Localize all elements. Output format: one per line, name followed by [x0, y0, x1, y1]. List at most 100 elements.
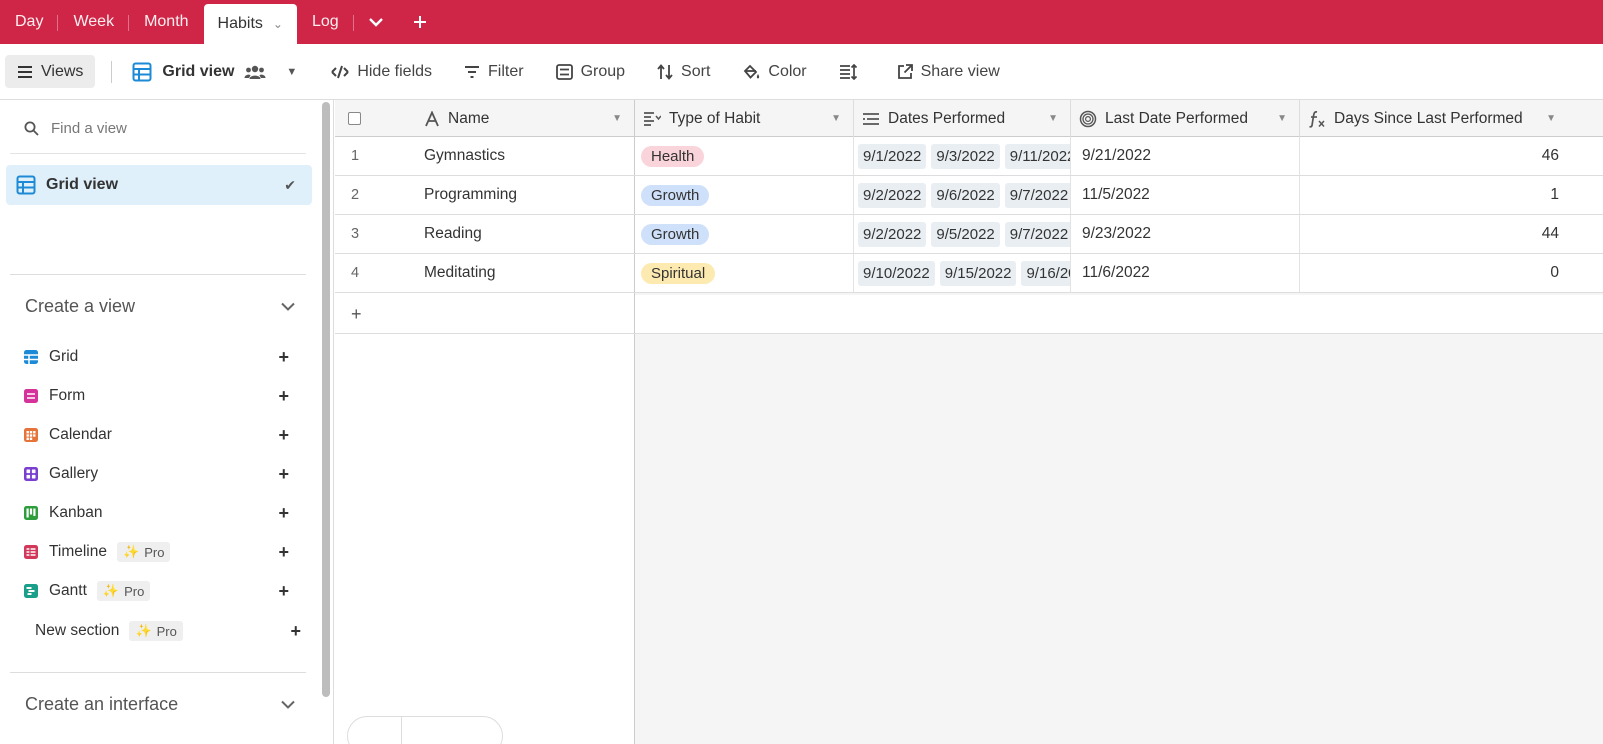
column-header-days-since[interactable]: Days Since Last Performed ▼: [1300, 100, 1568, 137]
date-chip: 9/16/2022: [1021, 260, 1070, 286]
type-cell[interactable]: Spiritual: [635, 254, 854, 292]
chevron-down-icon[interactable]: ⌄: [273, 17, 283, 31]
sidebar-divider: [10, 274, 306, 275]
type-cell[interactable]: Health: [635, 137, 854, 175]
tab-month[interactable]: Month: [129, 0, 203, 44]
date-chip: 9/1/2022: [858, 143, 927, 169]
caret-down-icon[interactable]: ▼: [1048, 113, 1058, 124]
plus-icon[interactable]: +: [278, 503, 289, 524]
create-grid-view[interactable]: Grid +: [23, 342, 295, 372]
add-table-button[interactable]: [398, 0, 442, 44]
bottom-action-pill[interactable]: [347, 716, 503, 744]
create-calendar-view[interactable]: Calendar +: [23, 420, 295, 450]
views-toggle-button[interactable]: Views: [5, 55, 96, 88]
type-pill: Spiritual: [641, 262, 716, 284]
column-header-type[interactable]: Type of Habit ▼: [635, 100, 854, 137]
date-chip: 9/5/2022: [931, 221, 1000, 247]
days-since-cell[interactable]: 46: [1300, 137, 1568, 175]
more-tables-button[interactable]: [354, 0, 398, 44]
row-number[interactable]: 1: [335, 137, 424, 175]
tab-log[interactable]: Log: [297, 0, 354, 44]
days-since-cell[interactable]: 1: [1300, 176, 1568, 214]
tab-day[interactable]: Day: [0, 0, 59, 44]
table-row[interactable]: 1 Gymnastics Health 9/1/2022 9/3/2022 9/…: [335, 137, 1603, 176]
create-timeline-view[interactable]: Timeline ✨ Pro +: [23, 537, 295, 567]
filter-button[interactable]: Filter: [464, 63, 524, 81]
plus-icon: +: [351, 303, 362, 324]
plus-icon[interactable]: +: [278, 386, 289, 407]
rollup-icon: [1079, 110, 1097, 127]
name-cell[interactable]: Reading: [424, 215, 635, 253]
column-header-label: Type of Habit: [669, 109, 761, 127]
dates-cell[interactable]: 9/2/2022 9/6/2022 9/7/2022: [854, 176, 1071, 214]
name-cell[interactable]: Gymnastics: [424, 137, 635, 175]
plus-icon[interactable]: +: [278, 581, 289, 602]
current-view-button[interactable]: Grid view ▼: [132, 62, 297, 82]
caret-down-icon: ▼: [286, 65, 298, 78]
row-height-button[interactable]: [839, 63, 865, 80]
column-header-name[interactable]: Name ▼: [424, 100, 635, 137]
row-number[interactable]: 3: [335, 215, 424, 253]
dates-cell[interactable]: 9/2/2022 9/5/2022 9/7/2022: [854, 215, 1071, 253]
days-since-cell[interactable]: 44: [1300, 215, 1568, 253]
caret-down-icon[interactable]: ▼: [1277, 113, 1287, 124]
group-button[interactable]: Group: [555, 63, 625, 81]
select-all-cell[interactable]: [335, 100, 424, 137]
name-cell[interactable]: Programming: [424, 176, 635, 214]
hide-fields-button[interactable]: Hide fields: [331, 63, 432, 81]
caret-down-icon[interactable]: ▼: [612, 113, 622, 124]
last-date-cell[interactable]: 9/21/2022: [1071, 137, 1300, 175]
dates-cell[interactable]: 9/10/2022 9/15/2022 9/16/2022: [854, 254, 1071, 292]
table-row[interactable]: 3 Reading Growth 9/2/2022 9/5/2022 9/7/2…: [335, 215, 1603, 254]
find-view-input[interactable]: [51, 120, 281, 137]
last-date-cell[interactable]: 9/23/2022: [1071, 215, 1300, 253]
column-header-dates[interactable]: Dates Performed ▼: [854, 100, 1071, 137]
column-header-last-date[interactable]: Last Date Performed ▼: [1071, 100, 1300, 137]
last-date-cell[interactable]: 11/5/2022: [1071, 176, 1300, 214]
color-button[interactable]: Color: [742, 63, 807, 81]
tab-week[interactable]: Week: [58, 0, 130, 44]
create-gantt-view[interactable]: Gantt ✨ Pro +: [23, 576, 295, 606]
date-chip: 9/3/2022: [931, 143, 1000, 169]
caret-down-icon[interactable]: ▼: [1546, 113, 1556, 124]
view-toolbar: Views Grid view ▼ Hide fields Filter Gro…: [0, 44, 1603, 100]
dates-cell[interactable]: 9/1/2022 9/3/2022 9/11/2022: [854, 137, 1071, 175]
create-kanban-view[interactable]: Kanban +: [23, 498, 295, 528]
add-record-button[interactable]: +: [335, 295, 635, 333]
create-interface-section-header[interactable]: Create an interface: [25, 694, 295, 715]
tab-label: Habits: [217, 15, 263, 32]
caret-down-icon[interactable]: ▼: [831, 113, 841, 124]
create-gallery-view[interactable]: Gallery +: [23, 459, 295, 489]
plus-icon[interactable]: +: [278, 542, 289, 563]
plus-icon[interactable]: +: [290, 621, 301, 642]
last-date-cell[interactable]: 11/6/2022: [1071, 254, 1300, 292]
collaborative-view-icon: [244, 65, 266, 79]
share-view-button[interactable]: Share view: [897, 63, 1000, 81]
pro-badge: ✨ Pro: [96, 581, 151, 601]
tab-label: Month: [144, 13, 189, 30]
create-view-section-header[interactable]: Create a view: [25, 296, 295, 317]
plus-icon[interactable]: +: [278, 425, 289, 446]
create-new-section[interactable]: New section ✨ Pro +: [35, 616, 301, 646]
filter-icon: [465, 65, 480, 78]
table-row[interactable]: 4 Meditating Spiritual 9/10/2022 9/15/20…: [335, 254, 1603, 293]
plus-icon[interactable]: +: [278, 464, 289, 485]
name-cell[interactable]: Meditating: [424, 254, 635, 292]
table-row[interactable]: 2 Programming Growth 9/2/2022 9/6/2022 9…: [335, 176, 1603, 215]
grid-view-icon: [132, 62, 152, 81]
days-since-cell[interactable]: 0: [1300, 254, 1568, 292]
filter-label: Filter: [488, 62, 524, 80]
tab-habits[interactable]: Habits ⌄: [203, 4, 297, 44]
row-number[interactable]: 2: [335, 176, 424, 214]
form-view-icon: [24, 389, 38, 403]
sidebar-item-grid-view[interactable]: Grid view ✔: [6, 165, 312, 205]
sidebar-scrollbar[interactable]: [322, 102, 330, 697]
add-record-row[interactable]: +: [335, 295, 1603, 334]
type-cell[interactable]: Growth: [635, 176, 854, 214]
row-number[interactable]: 4: [335, 254, 424, 292]
create-form-view[interactable]: Form +: [23, 381, 295, 411]
select-all-checkbox[interactable]: [348, 112, 361, 125]
sort-button[interactable]: Sort: [657, 63, 710, 81]
plus-icon[interactable]: +: [278, 347, 289, 368]
type-cell[interactable]: Growth: [635, 215, 854, 253]
